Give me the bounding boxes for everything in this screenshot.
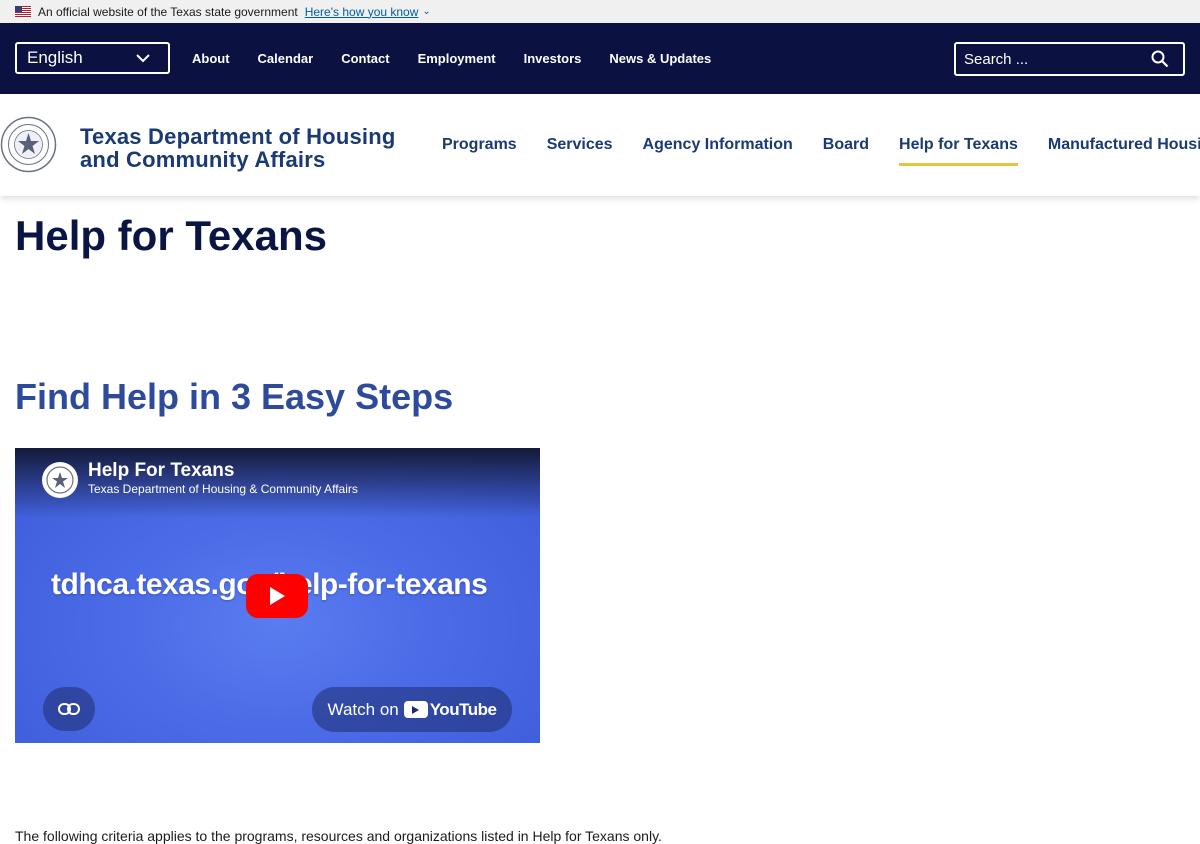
util-link-calendar[interactable]: Calendar <box>258 51 314 66</box>
agency-name-line1: Texas Department of Housing <box>80 124 396 149</box>
util-link-investors[interactable]: Investors <box>524 51 582 66</box>
play-icon <box>270 587 285 605</box>
video-title[interactable]: Help For Texans <box>88 460 234 482</box>
agency-name-line2: and Community Affairs <box>80 147 326 172</box>
main-nav: Programs Services Agency Information Boa… <box>442 94 1200 196</box>
channel-logo-icon[interactable] <box>42 462 78 498</box>
us-flag-icon <box>15 6 31 17</box>
chevron-down-icon <box>136 53 150 62</box>
nav-help-for-texans[interactable]: Help for Texans <box>899 136 1018 166</box>
util-link-contact[interactable]: Contact <box>341 51 389 66</box>
utility-links: About Calendar Contact Employment Invest… <box>192 23 739 94</box>
util-link-about[interactable]: About <box>192 51 230 66</box>
search-input[interactable] <box>964 50 1134 68</box>
link-icon <box>58 703 80 715</box>
copy-link-button[interactable] <box>43 687 95 731</box>
util-link-news-updates[interactable]: News & Updates <box>609 51 711 66</box>
criteria-text: The following criteria applies to the pr… <box>15 828 662 844</box>
youtube-label: YouTube <box>429 699 497 719</box>
nav-manufactured-housing[interactable]: Manufactured Housing <box>1048 136 1200 154</box>
main-header: Texas Department of Housing and Communit… <box>0 94 1200 196</box>
watch-on-youtube-button[interactable]: Watch on YouTube <box>312 687 512 732</box>
search-icon[interactable] <box>1151 50 1169 68</box>
search-box <box>954 42 1185 76</box>
how-you-know-link[interactable]: Here's how you know <box>305 5 419 19</box>
nav-services[interactable]: Services <box>547 136 613 154</box>
official-banner-text: An official website of the Texas state g… <box>38 4 298 19</box>
language-value: English <box>27 48 83 67</box>
language-select[interactable]: English <box>15 42 170 74</box>
agency-seal-icon[interactable] <box>0 116 57 173</box>
watch-on-label: Watch on <box>327 699 399 719</box>
official-banner: An official website of the Texas state g… <box>0 0 1200 23</box>
nav-agency-information[interactable]: Agency Information <box>643 136 793 154</box>
section-title: Find Help in 3 Easy Steps <box>15 376 454 417</box>
chevron-down-icon[interactable]: ⌄ <box>422 6 430 17</box>
util-link-employment[interactable]: Employment <box>418 51 496 66</box>
page-title: Help for Texans <box>15 212 327 259</box>
agency-name[interactable]: Texas Department of Housing and Communit… <box>80 125 395 171</box>
nav-board[interactable]: Board <box>823 136 869 154</box>
youtube-icon: YouTube <box>403 699 497 720</box>
video-embed[interactable]: Help For Texans Texas Department of Hous… <box>15 448 540 743</box>
utility-nav: English About Calendar Contact Employmen… <box>0 23 1200 94</box>
video-channel: Texas Department of Housing & Community … <box>88 482 358 496</box>
play-button[interactable] <box>246 574 308 618</box>
nav-programs[interactable]: Programs <box>442 136 517 154</box>
